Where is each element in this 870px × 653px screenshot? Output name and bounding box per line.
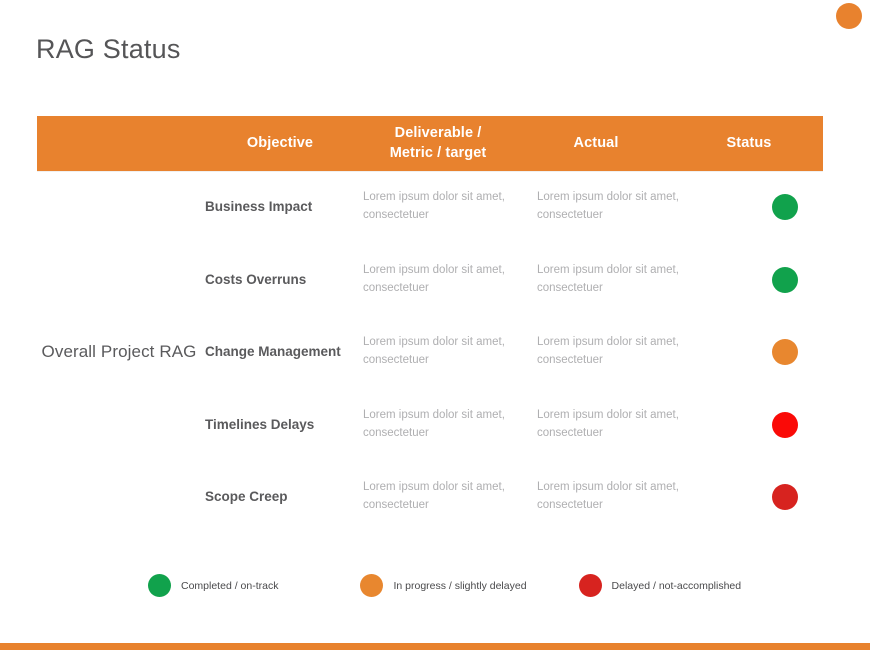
legend-label: Delayed / not-accomplished [611,579,742,592]
footer-accent-bar [0,643,870,650]
legend-dot-red-icon [578,574,602,597]
status-dot-icon [772,339,798,366]
cell-deliverable: Lorem ipsum dolor sit amet, consectetuer [363,263,505,294]
cell-objective: Costs Overruns [205,271,307,287]
column-header-actual: Actual [573,134,619,151]
column-header-deliverable-line1: Deliverable / [394,124,482,141]
cell-objective: Change Management [205,344,341,360]
legend-dot-amber-icon [360,574,384,597]
rag-status-table: Objective Deliverable / Metric / target … [37,116,823,534]
column-header-deliverable: Deliverable / Metric / target [359,124,517,163]
cell-objective: Business Impact [205,199,313,215]
column-header-status: Status [726,134,772,151]
legend-label: Completed / on-track [181,579,279,592]
cell-actual: Lorem ipsum dolor sit amet, consectetuer [537,263,679,294]
legend-item-red: Delayed / not-accomplished [578,574,742,597]
cell-actual: Lorem ipsum dolor sit amet, consectetuer [537,481,679,512]
table-header-row: Objective Deliverable / Metric / target … [37,116,823,171]
cell-status [711,266,859,293]
cell-status [711,194,859,221]
corner-accent-dot-icon [836,3,862,29]
table-body: Overall Project RAG Business Impact Lore… [37,171,823,534]
cell-objective: Timelines Delays [205,416,315,432]
cell-status [711,339,859,366]
legend-dot-green-icon [148,574,171,597]
cell-status [711,484,859,511]
column-header-deliverable-line2: Metric / target [389,144,487,161]
column-header-objective: Objective [246,134,314,151]
status-dot-icon [772,411,798,438]
cell-status [711,411,859,438]
legend-item-green: Completed / on-track [148,574,278,597]
overall-project-rag-label: Overall Project RAG [41,341,197,361]
cell-objective: Scope Creep [205,489,288,505]
cell-actual: Lorem ipsum dolor sit amet, consectetuer [537,336,679,367]
cell-deliverable: Lorem ipsum dolor sit amet, consectetuer [363,336,505,367]
page-title: RAG Status [36,34,181,64]
status-dot-icon [772,266,798,293]
status-dot-icon [772,194,798,221]
cell-actual: Lorem ipsum dolor sit amet, consectetuer [537,408,679,439]
cell-deliverable: Lorem ipsum dolor sit amet, consectetuer [363,191,505,222]
legend-label: In progress / slightly delayed [393,579,527,592]
status-dot-icon [772,484,798,511]
cell-actual: Lorem ipsum dolor sit amet, consectetuer [537,191,679,222]
legend-item-amber: In progress / slightly delayed [360,574,527,597]
cell-deliverable: Lorem ipsum dolor sit amet, consectetuer [363,408,505,439]
status-legend: Completed / on-track In progress / sligh… [148,574,741,597]
cell-deliverable: Lorem ipsum dolor sit amet, consectetuer [363,481,505,512]
